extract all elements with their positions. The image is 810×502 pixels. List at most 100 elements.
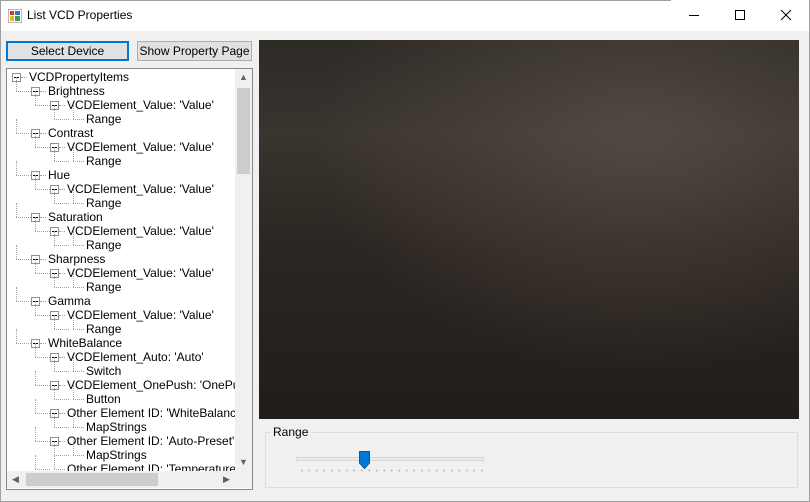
tree-connector — [54, 105, 55, 119]
tree-connector — [54, 385, 55, 399]
tree-connector — [35, 455, 36, 469]
tree-node-label[interactable]: VCDElement_Value: 'Value' — [67, 308, 214, 322]
tree-connector — [35, 357, 50, 358]
tree-connector — [35, 91, 36, 105]
show-property-page-button[interactable]: Show Property Page — [137, 41, 252, 61]
tree-node-label[interactable]: VCDElement_Value: 'Value' — [67, 140, 214, 154]
tree-connector — [16, 343, 31, 344]
tree-node-label[interactable]: Other Element ID: 'WhiteBalance — [67, 406, 235, 420]
tree-connector — [73, 287, 84, 288]
range-slider-thumb[interactable] — [358, 451, 370, 469]
scroll-left-icon[interactable]: ◀ — [7, 471, 24, 488]
tree-connector — [59, 315, 65, 316]
close-icon — [780, 9, 792, 21]
window-minimize-button[interactable] — [671, 0, 717, 30]
tree-node-label[interactable]: Range — [86, 238, 121, 252]
tree-connector — [73, 273, 74, 287]
tree-content: VCDPropertyItems Brightness VCDElement_Val… — [7, 69, 235, 471]
tree-node-label[interactable]: Other Element ID: 'Temperature — [67, 462, 235, 471]
tree-connector — [73, 371, 84, 372]
tree-connector — [35, 189, 50, 190]
tree-connector — [16, 91, 31, 92]
tree-connector — [54, 455, 55, 469]
scroll-up-icon[interactable]: ▲ — [235, 69, 252, 86]
tree-connector — [73, 357, 74, 371]
tree-node-label[interactable]: VCDElement_Value: 'Value' — [67, 98, 214, 112]
tree-connector — [16, 287, 17, 301]
tree-connector — [54, 119, 69, 120]
tree-connector — [73, 105, 74, 119]
tree-node-label[interactable]: Range — [86, 322, 121, 336]
tree-node-label[interactable]: VCDElement_Value: 'Value' — [67, 224, 214, 238]
window-maximize-button[interactable] — [717, 0, 763, 30]
tree-node-label[interactable]: Button — [86, 392, 121, 406]
tree-node-label[interactable]: MapStrings — [86, 420, 147, 434]
tree-node-label[interactable]: WhiteBalance — [48, 336, 122, 350]
tree-connector — [35, 133, 36, 147]
tree-connector — [73, 455, 84, 456]
vertical-scroll-thumb[interactable] — [237, 88, 250, 174]
tree-node-label[interactable]: Saturation — [48, 210, 103, 224]
tree-node-label[interactable]: MapStrings — [86, 448, 147, 462]
tree-connector — [73, 315, 74, 329]
scroll-down-icon[interactable]: ▼ — [235, 454, 252, 471]
tree-node-label[interactable]: VCDElement_Value: 'Value' — [67, 182, 214, 196]
tree-connector — [54, 287, 69, 288]
tree-node-label[interactable]: Range — [86, 112, 121, 126]
tree-node-label[interactable]: Other Element ID: 'Auto-Preset' — [67, 434, 234, 448]
tree-connector — [59, 147, 65, 148]
tree-connector — [54, 455, 69, 456]
tree-connector — [59, 385, 65, 386]
tree-connector — [35, 413, 50, 414]
tree-node-label[interactable]: Brightness — [48, 84, 105, 98]
tree-vertical-scrollbar[interactable]: ▲ ▼ — [235, 69, 252, 471]
tree-connector — [16, 119, 17, 133]
tree-connector — [73, 147, 74, 161]
tree-connector — [35, 441, 50, 442]
tree-node-label[interactable]: Sharpness — [48, 252, 105, 266]
scroll-right-icon[interactable]: ▶ — [218, 471, 235, 488]
tree-connector — [35, 175, 36, 189]
tree-connector — [35, 399, 36, 413]
tree-node-label[interactable]: Contrast — [48, 126, 93, 140]
tree-connector — [73, 231, 74, 245]
window-close-button[interactable] — [763, 0, 809, 30]
tree-node-label[interactable]: VCDElement_Value: 'Value' — [67, 266, 214, 280]
property-tree[interactable]: VCDPropertyItems Brightness VCDElement_Val… — [6, 68, 253, 490]
tree-connector — [54, 315, 55, 329]
tree-connector — [73, 427, 84, 428]
horizontal-scroll-thumb[interactable] — [26, 473, 158, 486]
tree-connector — [16, 259, 31, 260]
tree-connector — [59, 273, 65, 274]
tree-node-label[interactable]: Range — [86, 154, 121, 168]
tree-connector — [54, 203, 69, 204]
tree-connector — [16, 175, 31, 176]
tree-connector — [59, 231, 65, 232]
tree-connector — [54, 371, 69, 372]
tree-node-label[interactable]: Range — [86, 196, 121, 210]
tree-node-label[interactable]: Hue — [48, 168, 70, 182]
tree-connector — [40, 343, 46, 344]
tree-connector — [54, 245, 69, 246]
tree-connector — [35, 385, 50, 386]
tree-node-label[interactable]: VCDElement_Auto: 'Auto' — [67, 350, 204, 364]
tree-connector — [35, 371, 36, 385]
tree-node-label[interactable]: Range — [86, 280, 121, 294]
range-group-label: Range — [270, 425, 312, 439]
tree-node-label[interactable]: Gamma — [48, 294, 91, 308]
tree-horizontal-scrollbar[interactable]: ◀ ▶ — [7, 471, 235, 488]
tree-connector — [16, 161, 17, 175]
tree-connector — [35, 343, 36, 357]
range-slider-track[interactable] — [296, 457, 484, 461]
tree-connector — [35, 259, 36, 273]
tree-connector — [35, 273, 50, 274]
tree-connector — [54, 357, 55, 371]
select-device-button[interactable]: Select Device — [6, 41, 129, 61]
tree-node-label[interactable]: VCDElement_OnePush: 'OnePush' — [67, 378, 235, 392]
tree-node-label[interactable]: Switch — [86, 364, 121, 378]
tree-connector — [54, 413, 55, 427]
tree-connector — [21, 77, 27, 78]
range-slider-ticks — [298, 469, 484, 472]
tree-node-label[interactable]: VCDPropertyItems — [29, 70, 129, 84]
tree-connector — [16, 203, 17, 217]
